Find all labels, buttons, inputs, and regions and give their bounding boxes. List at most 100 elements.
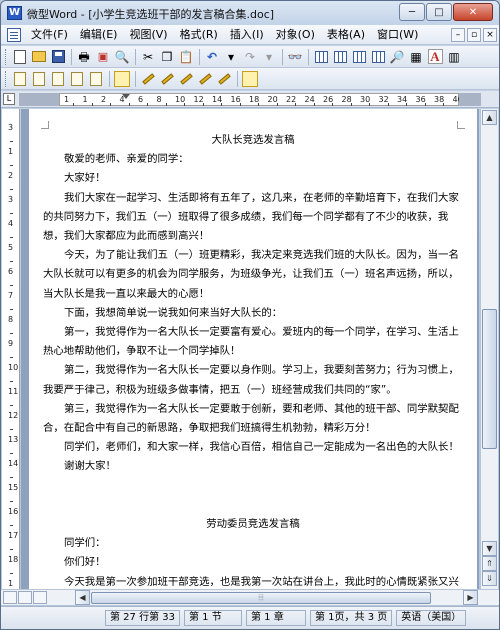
horizontal-ruler[interactable]: 1 1 2 4 6 8 10 12 14 16 18 20 22 24 26 28 30 32 34 36 38 40 [59, 93, 463, 106]
scroll-left-button[interactable]: ◀ [75, 590, 90, 605]
table-grid-button[interactable] [350, 48, 368, 66]
toolbar-grip[interactable] [5, 70, 8, 87]
document-paragraph[interactable]: 你们好！ [43, 553, 463, 572]
empty-paragraph[interactable] [43, 477, 463, 496]
next-comment-button[interactable] [68, 70, 86, 88]
paste-button[interactable]: 📋 [177, 48, 195, 66]
next-page-button[interactable]: ⇓ [482, 571, 497, 586]
redo-dropdown[interactable]: ▾ [260, 48, 278, 66]
horizontal-scrollbar[interactable]: ◀ ⦙⦙⦙ ▶ [1, 589, 499, 605]
document-paragraph[interactable]: 我们大家在一起学习、生活即将有五年了，这几来，在老师的辛勤培育下，在我们大家的共… [43, 189, 463, 247]
menu-insert[interactable]: 插入(I) [224, 26, 270, 44]
page-view-button[interactable] [18, 591, 32, 604]
cut-button[interactable]: ✂ [139, 48, 157, 66]
menu-table[interactable]: 表格(A) [321, 26, 371, 44]
vruler-tick-mark [10, 285, 13, 286]
copy-button[interactable]: ❐ [158, 48, 176, 66]
print-button[interactable]: 🖶 [75, 48, 93, 66]
close-button[interactable]: ✕ [453, 3, 493, 21]
document-paragraph[interactable]: 第一，我觉得作为一名大队长一定要富有爱心。爱班内的每一个同学，在学习、生活上热心… [43, 323, 463, 361]
vruler-tick-mark [10, 573, 13, 574]
scroll-down-button[interactable]: ▼ [482, 541, 497, 556]
insert-table-button[interactable] [312, 48, 330, 66]
menu-object[interactable]: 对象(O) [270, 26, 321, 44]
document-paragraph[interactable]: 今天我是第一次参加班干部竞选，也是我第一次站在讲台上，我此时的心情既紧张又兴奋。… [43, 573, 463, 589]
document-paragraph[interactable]: 同学们，老师们，和大家一样，我信心百倍，相信自己一定能成为一名出色的大队长！ [43, 438, 463, 457]
toolbar-grip[interactable] [5, 48, 8, 65]
column-button[interactable]: ▥ [445, 48, 463, 66]
scroll-up-button[interactable]: ▲ [482, 110, 497, 125]
pdf-button[interactable]: ▣ [94, 48, 112, 66]
document-menu-icon[interactable] [7, 27, 21, 42]
doc-close-button[interactable]: × [483, 27, 497, 42]
edit-comment-button[interactable] [30, 70, 48, 88]
document-heading[interactable]: 劳动委员竞选发言稿 [43, 515, 463, 534]
standard-toolbar: 🖶 ▣ 🔍 ✂ ❐ 📋 ↶ ▾ ↷ ▾ 👓 🔎 ▦ A ▥ [1, 46, 499, 68]
highlight-button[interactable] [139, 70, 157, 88]
vruler-tick-label: 5 [8, 243, 14, 252]
undo-dropdown[interactable]: ▾ [222, 48, 240, 66]
menu-format[interactable]: 格式(R) [174, 26, 224, 44]
scroll-right-button[interactable]: ▶ [463, 590, 478, 605]
menu-view[interactable]: 视图(V) [123, 26, 173, 44]
document-paragraph[interactable]: 大家好！ [43, 169, 463, 188]
ruler-tick-mark [369, 103, 370, 106]
vruler-tick-mark [10, 189, 13, 190]
menu-window[interactable]: 窗口(W) [371, 26, 424, 44]
prev-comment-button[interactable] [49, 70, 67, 88]
menu-file[interactable]: 文件(F) [25, 26, 74, 44]
ruler-tick-mark [73, 103, 74, 106]
save-button[interactable] [49, 48, 67, 66]
outline-view-button[interactable] [33, 591, 47, 604]
review-pane-button[interactable] [241, 70, 259, 88]
vertical-ruler[interactable]: 3 1 2 3 4 5 6 7 8 9 10 11 12 13 14 15 16 17 18 1 [2, 109, 20, 598]
redo-button[interactable]: ↷ [241, 48, 259, 66]
prev-change-button[interactable] [215, 70, 233, 88]
font-color-button[interactable]: A [426, 48, 444, 66]
document-paragraph[interactable]: 谢谢大家！ [43, 457, 463, 476]
doc-minimize-button[interactable]: – [451, 27, 465, 42]
print-preview-button[interactable]: 🔍 [113, 48, 131, 66]
prev-page-button[interactable]: ⇑ [482, 556, 497, 571]
document-heading[interactable]: 大队长竞选发言稿 [43, 131, 463, 150]
track-changes-button[interactable] [113, 70, 131, 88]
tab-selector[interactable]: L [3, 93, 15, 105]
vertical-scrollbar[interactable]: ▲ ▼ ⇑ ⇓ [480, 109, 498, 589]
vertical-scroll-thumb[interactable] [482, 309, 497, 449]
document-paragraph[interactable]: 下面，我想简单说一说我如何来当好大队长的： [43, 304, 463, 323]
grid-icon [371, 50, 385, 63]
empty-paragraph[interactable] [43, 496, 463, 515]
delete-comment-button[interactable] [87, 70, 105, 88]
find-button[interactable]: 👓 [286, 48, 304, 66]
document-page[interactable]: 大队长竞选发言稿 敬爱的老师、亲爱的同学： 大家好！ 我们大家在一起学习、生活即将有五… [29, 109, 477, 589]
next-change-button[interactable] [196, 70, 214, 88]
reject-change-button[interactable] [177, 70, 195, 88]
grid-button[interactable] [369, 48, 387, 66]
document-paragraph[interactable]: 同学们： [43, 534, 463, 553]
edit-comment-icon [33, 71, 45, 86]
minimize-button[interactable]: ─ [399, 3, 425, 21]
horizontal-scroll-thumb[interactable]: ⦙⦙⦙ [91, 592, 431, 604]
document-paragraph[interactable]: 敬爱的老师、亲爱的同学： [43, 150, 463, 169]
vruler-tick-label: 13 [8, 435, 19, 444]
undo-button[interactable]: ↶ [203, 48, 221, 66]
document-paragraph[interactable]: 第二，我觉得作为一名大队长一定要以身作则。学习上，我要刻苦努力；行为习惯上，我要… [43, 361, 463, 399]
new-comment-button[interactable] [11, 70, 29, 88]
new-doc-button[interactable] [11, 48, 29, 66]
normal-view-button[interactable] [3, 591, 17, 604]
menu-edit[interactable]: 编辑(E) [74, 26, 124, 44]
arrow-up-icon: ▲ [486, 113, 493, 122]
toolbar-separator [282, 48, 283, 65]
open-button[interactable] [30, 48, 48, 66]
insert-column-button[interactable] [331, 48, 349, 66]
accept-change-button[interactable] [158, 70, 176, 88]
chart-button[interactable]: ▦ [407, 48, 425, 66]
zoom-button[interactable]: 🔎 [388, 48, 406, 66]
vruler-tick-label: 12 [8, 411, 19, 420]
document-paragraph[interactable]: 第三，我觉得作为一名大队长一定要敢于创新，要和老师、其他的班干部、同学默契配合，… [43, 400, 463, 438]
maximize-button[interactable]: □ [426, 3, 452, 21]
doc-restore-button[interactable]: ▫ [467, 27, 481, 42]
document-paragraph[interactable]: 今天，为了能让我们五（一）班更精彩，我决定来竞选我们班的大队长。因为，当一名大队… [43, 246, 463, 304]
document-content[interactable]: 大队长竞选发言稿 敬爱的老师、亲爱的同学： 大家好！ 我们大家在一起学习、生活即将有五… [43, 131, 463, 589]
word-app-icon[interactable]: W [7, 6, 22, 20]
